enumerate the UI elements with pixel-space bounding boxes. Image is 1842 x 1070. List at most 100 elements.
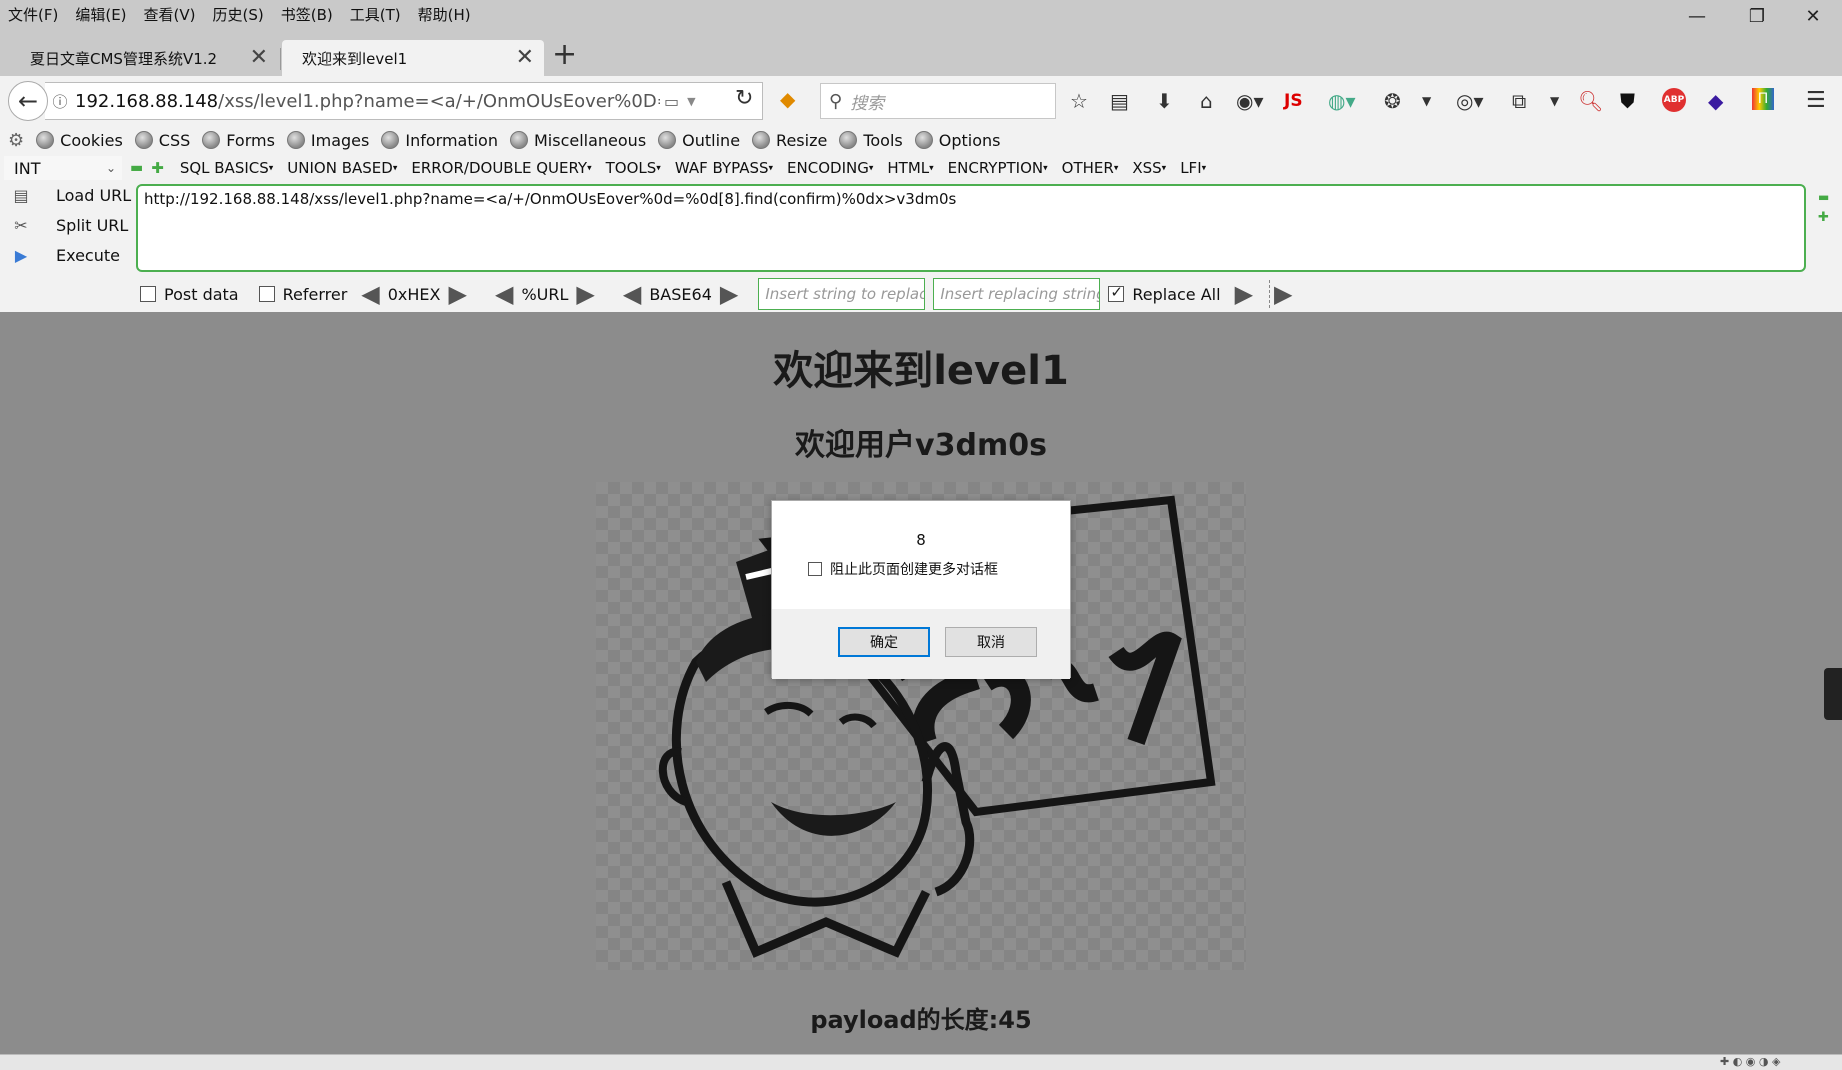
menu-view[interactable]: 查看(V) <box>136 4 205 25</box>
link-resize[interactable]: Resize <box>752 131 827 150</box>
globe-menu-icon[interactable]: ◉▾ <box>1236 90 1264 112</box>
referrer-checkbox[interactable] <box>258 286 275 302</box>
base64-label: BASE64 <box>649 284 712 304</box>
lettering-stroke-y <box>1108 631 1182 745</box>
close-tab-icon[interactable]: ✕ <box>250 46 268 70</box>
mouth-shape <box>771 802 896 836</box>
link-images[interactable]: Images <box>286 131 369 150</box>
url-encode-arrow-icon[interactable]: ▶ <box>576 280 594 308</box>
plus-icon[interactable]: ✚ <box>1818 210 1829 225</box>
url-bar[interactable]: ⓘ 192.168.88.148/xss/level1.php?name=<a/… <box>45 82 763 120</box>
link-outline[interactable]: Outline <box>658 131 740 150</box>
bookmark-star-icon[interactable]: ☆ <box>1070 90 1088 112</box>
link-miscellaneous[interactable]: Miscellaneous <box>509 131 646 150</box>
replace-string-input[interactable]: Insert string to replace <box>758 278 926 310</box>
minus-icon[interactable]: ▬ <box>130 160 143 176</box>
menu-encryption[interactable]: ENCRYPTION▾ <box>948 159 1048 177</box>
reading-list-icon[interactable]: ▤ <box>1110 90 1129 112</box>
menu-html[interactable]: HTML▾ <box>887 159 933 177</box>
dropdown-icon: ▾ <box>868 163 874 174</box>
link-information[interactable]: Information <box>381 131 498 150</box>
menu-tools-hackbar[interactable]: TOOLS▾ <box>606 159 661 177</box>
replace-all-checkbox[interactable] <box>1108 283 1125 302</box>
load-url-button[interactable]: ▤ Load URL <box>10 186 131 205</box>
menu-file[interactable]: 文件(F) <box>0 4 67 25</box>
block-dialogs-option[interactable]: 阻止此页面创建更多对话框 <box>808 559 998 579</box>
menu-waf-bypass[interactable]: WAF BYPASS▾ <box>675 159 773 177</box>
collar-shape <box>721 880 931 958</box>
shield-icon[interactable]: ⛊ <box>1620 90 1635 112</box>
layers-icon[interactable]: ◎▾ <box>1456 90 1484 112</box>
adblock-icon[interactable]: ABP <box>1662 88 1686 112</box>
home-icon[interactable]: ⌂ <box>1200 90 1213 112</box>
back-button[interactable]: ← <box>8 81 48 121</box>
menu-sql-basics[interactable]: SQL BASICS▾ <box>180 159 273 177</box>
gear-icon[interactable]: ⚙ <box>8 130 24 151</box>
split-url-button[interactable]: ✂ Split URL <box>10 216 128 235</box>
link-label: Cookies <box>60 130 123 150</box>
replace-arrow-icon[interactable]: ▶ <box>1235 280 1253 308</box>
new-tab-icon[interactable]: + <box>552 40 577 70</box>
replace-back-arrow-icon[interactable]: ▶ <box>1269 280 1293 308</box>
link-options[interactable]: Options <box>914 131 1000 150</box>
js-toggle-icon[interactable]: JS <box>1284 90 1303 112</box>
container-dropdown-icon[interactable]: ▼ <box>1550 90 1559 112</box>
menu-xss[interactable]: XSS▾ <box>1132 159 1166 177</box>
ok-button[interactable]: 确定 <box>838 627 930 657</box>
cancel-button[interactable]: 取消 <box>945 627 1037 657</box>
dropdown-arrow-icon[interactable]: ▼ <box>687 95 695 108</box>
cube-extension-icon[interactable]: ◆ <box>1708 90 1723 112</box>
menu-bookmarks[interactable]: 书签(B) <box>273 4 342 25</box>
url-text[interactable]: 192.168.88.148/xss/level1.php?name=<a/+/… <box>75 91 660 112</box>
tab-level1[interactable]: 欢迎来到level1 ✕ <box>282 40 544 76</box>
menu-union-based[interactable]: UNION BASED▾ <box>287 159 397 177</box>
magnifier-extension-icon[interactable]: 🔍︎ <box>1578 90 1603 112</box>
menu-error-double-query[interactable]: ERROR/DOUBLE QUERY▾ <box>411 159 591 177</box>
hackbar-url-input[interactable]: http://192.168.88.148/xss/level1.php?nam… <box>136 184 1806 272</box>
proxy-icon[interactable]: ◍▾ <box>1328 90 1356 112</box>
info-icon[interactable]: ⓘ <box>45 91 75 112</box>
extension-fox-icon[interactable]: ◆ <box>780 88 795 110</box>
close-tab-icon[interactable]: ✕ <box>516 46 534 70</box>
dialog-message: 8 <box>916 531 926 549</box>
menu-history[interactable]: 历史(S) <box>205 4 273 25</box>
tab-cms[interactable]: 夏日文章CMS管理系统V1.2 ✕ <box>10 40 278 76</box>
link-tools[interactable]: Tools <box>839 131 903 150</box>
menu-help[interactable]: 帮助(H) <box>410 4 480 25</box>
link-cookies[interactable]: Cookies <box>36 131 123 150</box>
minus-icon[interactable]: ▬ <box>1818 190 1829 204</box>
side-panel-handle[interactable] <box>1824 668 1842 720</box>
link-css[interactable]: CSS <box>134 131 190 150</box>
hamburger-menu-icon[interactable]: ☰ <box>1806 90 1826 112</box>
block-dialogs-checkbox[interactable] <box>808 562 822 576</box>
hex-encode-arrow-icon[interactable]: ▶ <box>449 280 467 308</box>
palette-dropdown-icon[interactable]: ▼ <box>1422 90 1431 112</box>
reload-icon[interactable]: ↻ <box>735 88 753 110</box>
replacing-string-input[interactable]: Insert replacing string <box>933 278 1101 310</box>
right-eye <box>838 713 877 729</box>
palette-icon[interactable]: ❂ <box>1384 90 1401 112</box>
reader-view-icon[interactable]: ▭ <box>664 92 679 111</box>
container-icon[interactable]: ⧉ <box>1512 90 1526 112</box>
menu-other[interactable]: OTHER▾ <box>1062 159 1119 177</box>
menu-lfi[interactable]: LFI▾ <box>1180 159 1206 177</box>
download-icon[interactable]: ⬇ <box>1156 90 1173 112</box>
menu-edit[interactable]: 编辑(E) <box>67 4 135 25</box>
plus-icon[interactable]: ✚ <box>151 159 164 177</box>
hex-decode-arrow-icon[interactable]: ◀ <box>361 280 379 308</box>
execute-button[interactable]: ▶ Execute <box>10 246 120 265</box>
status-bar: ✚ ◐ ◉ ◑ ◈ <box>0 1054 1842 1070</box>
back-arrow-icon: ← <box>17 87 39 115</box>
link-label: Information <box>405 130 498 150</box>
colorful-extension-icon[interactable]: Π <box>1752 88 1774 110</box>
menu-tools[interactable]: 工具(T) <box>342 4 410 25</box>
post-data-checkbox[interactable] <box>140 286 156 302</box>
tab-label: 夏日文章CMS管理系统V1.2 <box>30 49 218 68</box>
search-box[interactable]: ⚲ 搜索 <box>820 83 1056 119</box>
link-forms[interactable]: Forms <box>202 131 275 150</box>
int-select[interactable]: INT ⌄ <box>4 156 122 180</box>
base64-decode-arrow-icon[interactable]: ◀ <box>623 280 641 308</box>
base64-encode-arrow-icon[interactable]: ▶ <box>720 280 738 308</box>
url-decode-arrow-icon[interactable]: ◀ <box>495 280 513 308</box>
menu-encoding[interactable]: ENCODING▾ <box>787 159 873 177</box>
